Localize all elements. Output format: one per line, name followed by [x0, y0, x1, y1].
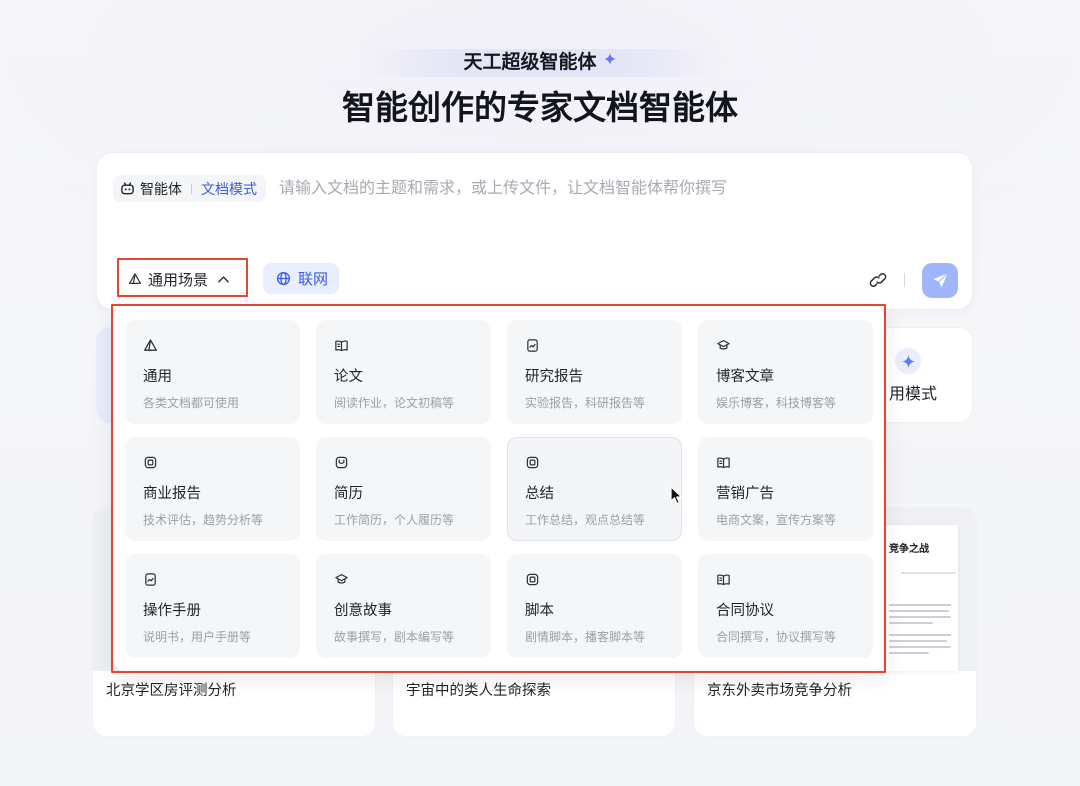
- robot-icon: [120, 181, 135, 196]
- document-chart-icon: [525, 338, 540, 353]
- product-badge: 天工超级智能体: [360, 49, 720, 77]
- scene-option-title: 研究报告: [525, 369, 583, 385]
- sparkle-icon: [603, 52, 617, 66]
- agent-label: 智能体: [140, 180, 182, 197]
- graduation-cap-icon: [334, 572, 349, 587]
- scene-option-desc: 剧情脚本，播客脚本等: [525, 630, 646, 644]
- scene-option-desc: 合同撰写，协议撰写等: [716, 630, 837, 644]
- example-title: 京东外卖市场竞争分析: [707, 683, 852, 699]
- scene-option-resume[interactable]: 简历 工作简历，个人履历等: [316, 437, 491, 541]
- document-thumbnail-line: [889, 604, 951, 606]
- book-open-icon: [334, 338, 349, 353]
- scene-option-summary[interactable]: 总结 工作总结，观点总结等: [507, 437, 682, 541]
- document-thumbnail-line: [889, 640, 947, 642]
- scene-menu: 通用 各类文档都可使用 论文 阅读作业，论文初稿等 研究报告 实验报告，科研报告…: [113, 306, 884, 671]
- scene-option-desc: 说明书，用户手册等: [143, 630, 252, 644]
- document-thumbnail-line: [889, 610, 949, 612]
- board-icon: [525, 455, 540, 470]
- board-icon: [143, 455, 158, 470]
- mode-card-icon-badge: [895, 348, 921, 374]
- prompt-composer: 智能体 文档模式 通用场景 联网: [96, 152, 973, 310]
- scene-option-title: 脚本: [525, 603, 554, 619]
- scene-option-desc: 各类文档都可使用: [143, 396, 240, 410]
- scene-option-title: 论文: [334, 369, 363, 385]
- scene-selector-button[interactable]: 通用场景: [121, 263, 238, 295]
- graduation-cap-icon: [716, 338, 731, 353]
- scene-option-script[interactable]: 脚本 剧情脚本，播客脚本等: [507, 554, 682, 658]
- profile-icon: [334, 455, 349, 470]
- scene-option-research-report[interactable]: 研究报告 实验报告，科研报告等: [507, 320, 682, 424]
- sparkle-icon: [901, 354, 916, 369]
- document-thumbnail-line: [889, 652, 929, 654]
- toolbar-divider: [904, 273, 905, 287]
- scene-option-title: 通用: [143, 369, 172, 385]
- chip-divider: [191, 183, 192, 194]
- attach-button[interactable]: [869, 271, 887, 289]
- scene-option-general[interactable]: 通用 各类文档都可使用: [125, 320, 300, 424]
- page-title: 智能创作的专家文档智能体: [342, 89, 738, 126]
- web-search-label: 联网: [298, 271, 329, 288]
- scene-option-blog-post[interactable]: 博客文章 娱乐博客，科技博客等: [698, 320, 873, 424]
- scene-option-title: 博客文章: [716, 369, 774, 385]
- scene-option-title: 商业报告: [143, 486, 201, 502]
- scene-option-desc: 工作总结，观点总结等: [525, 513, 646, 527]
- mode-card-label: 用模式: [889, 386, 938, 403]
- mode-label: 文档模式: [201, 180, 257, 197]
- page: 天工超级智能体 智能创作的专家文档智能体 智能体 文档模式 通用场景 联网: [0, 0, 1080, 786]
- document-thumbnail-line: [889, 622, 933, 624]
- book-open-icon: [716, 572, 731, 587]
- document-thumbnail-line: [889, 634, 951, 636]
- triangle-icon: [128, 272, 142, 286]
- scene-option-desc: 实验报告，科研报告等: [525, 396, 646, 410]
- scene-option-user-manual[interactable]: 操作手册 说明书，用户手册等: [125, 554, 300, 658]
- scene-option-business-report[interactable]: 商业报告 技术评估，趋势分析等: [125, 437, 300, 541]
- web-search-toggle[interactable]: 联网: [263, 263, 339, 294]
- scene-option-contract[interactable]: 合同协议 合同撰写，协议撰写等: [698, 554, 873, 658]
- chevron-up-icon: [216, 272, 231, 287]
- document-thumbnail-line: [889, 646, 951, 648]
- board-icon: [525, 572, 540, 587]
- prompt-input[interactable]: [279, 176, 939, 202]
- link-icon: [869, 271, 887, 289]
- scene-option-paper[interactable]: 论文 阅读作业，论文初稿等: [316, 320, 491, 424]
- send-button[interactable]: [922, 263, 958, 298]
- scene-option-desc: 工作简历，个人履历等: [334, 513, 455, 527]
- document-thumbnail-line: [901, 572, 956, 574]
- send-icon: [931, 271, 950, 290]
- example-title: 宇宙中的类人生命探索: [406, 683, 551, 699]
- scene-selector-label: 通用场景: [148, 271, 209, 289]
- agent-mode-chip[interactable]: 智能体 文档模式: [113, 175, 266, 202]
- scene-option-title: 操作手册: [143, 603, 201, 619]
- scene-option-title: 营销广告: [716, 486, 774, 502]
- scene-option-desc: 阅读作业，论文初稿等: [334, 396, 455, 410]
- scene-option-marketing-ad[interactable]: 营销广告 电商文案，宣传方案等: [698, 437, 873, 541]
- scene-option-creative-story[interactable]: 创意故事 故事撰写，剧本编写等: [316, 554, 491, 658]
- document-thumbnail-heading: 竞争之战: [889, 544, 929, 555]
- example-title: 北京学区房评测分析: [106, 683, 237, 699]
- scene-option-title: 总结: [525, 486, 554, 502]
- scene-option-title: 创意故事: [334, 603, 392, 619]
- scene-option-desc: 故事撰写，剧本编写等: [334, 630, 455, 644]
- scene-option-desc: 技术评估，趋势分析等: [143, 513, 264, 527]
- scene-option-desc: 娱乐博客，科技博客等: [716, 396, 837, 410]
- scene-option-title: 合同协议: [716, 603, 774, 619]
- globe-icon: [276, 271, 291, 286]
- triangle-icon: [143, 338, 158, 353]
- document-chart-icon: [143, 572, 158, 587]
- scene-option-title: 简历: [334, 486, 363, 502]
- badge-text: 天工超级智能体: [463, 52, 597, 73]
- document-thumbnail-line: [889, 616, 951, 618]
- scene-option-desc: 电商文案，宣传方案等: [716, 513, 837, 527]
- book-open-icon: [716, 455, 731, 470]
